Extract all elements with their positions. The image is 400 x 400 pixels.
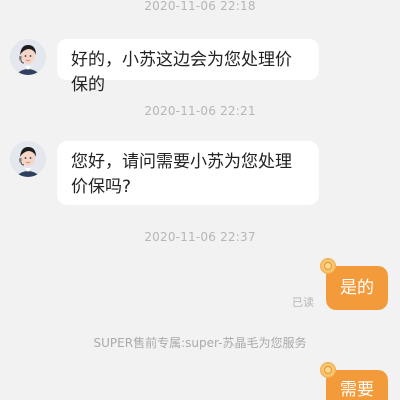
coin-badge-icon xyxy=(320,362,336,378)
coin-badge-icon xyxy=(320,258,336,274)
message-text: 您好，请问需要小苏为您处理价保吗? xyxy=(71,152,292,197)
agent-avatar-icon xyxy=(10,39,46,75)
message-text: 需要 xyxy=(340,380,374,400)
timestamp: 2020-11-06 22:18 xyxy=(144,0,256,13)
message-text: 好的，小苏这边会为您处理价保的 xyxy=(71,50,292,95)
message-text: 是的 xyxy=(340,278,374,298)
agent-avatar[interactable] xyxy=(10,141,46,177)
user-message-bubble[interactable]: 是的 xyxy=(326,266,388,310)
chat-window: 2020-11-06 22:18 好的，小苏这边会为您处理价保的 2020-11… xyxy=(0,0,400,400)
user-message-bubble[interactable]: 需要 xyxy=(326,370,388,400)
timestamp: 2020-11-06 22:21 xyxy=(144,104,256,118)
read-status: 已读 xyxy=(292,296,314,309)
agent-message-bubble[interactable]: 您好，请问需要小苏为您处理价保吗? xyxy=(57,141,319,205)
agent-avatar[interactable] xyxy=(10,39,46,75)
agent-message-bubble[interactable]: 好的，小苏这边会为您处理价保的 xyxy=(57,39,319,95)
timestamp: 2020-11-06 22:37 xyxy=(144,230,256,244)
service-notice: SUPER售前专属:super-苏晶毛为您服务 xyxy=(93,336,307,350)
agent-avatar-icon xyxy=(10,141,46,177)
